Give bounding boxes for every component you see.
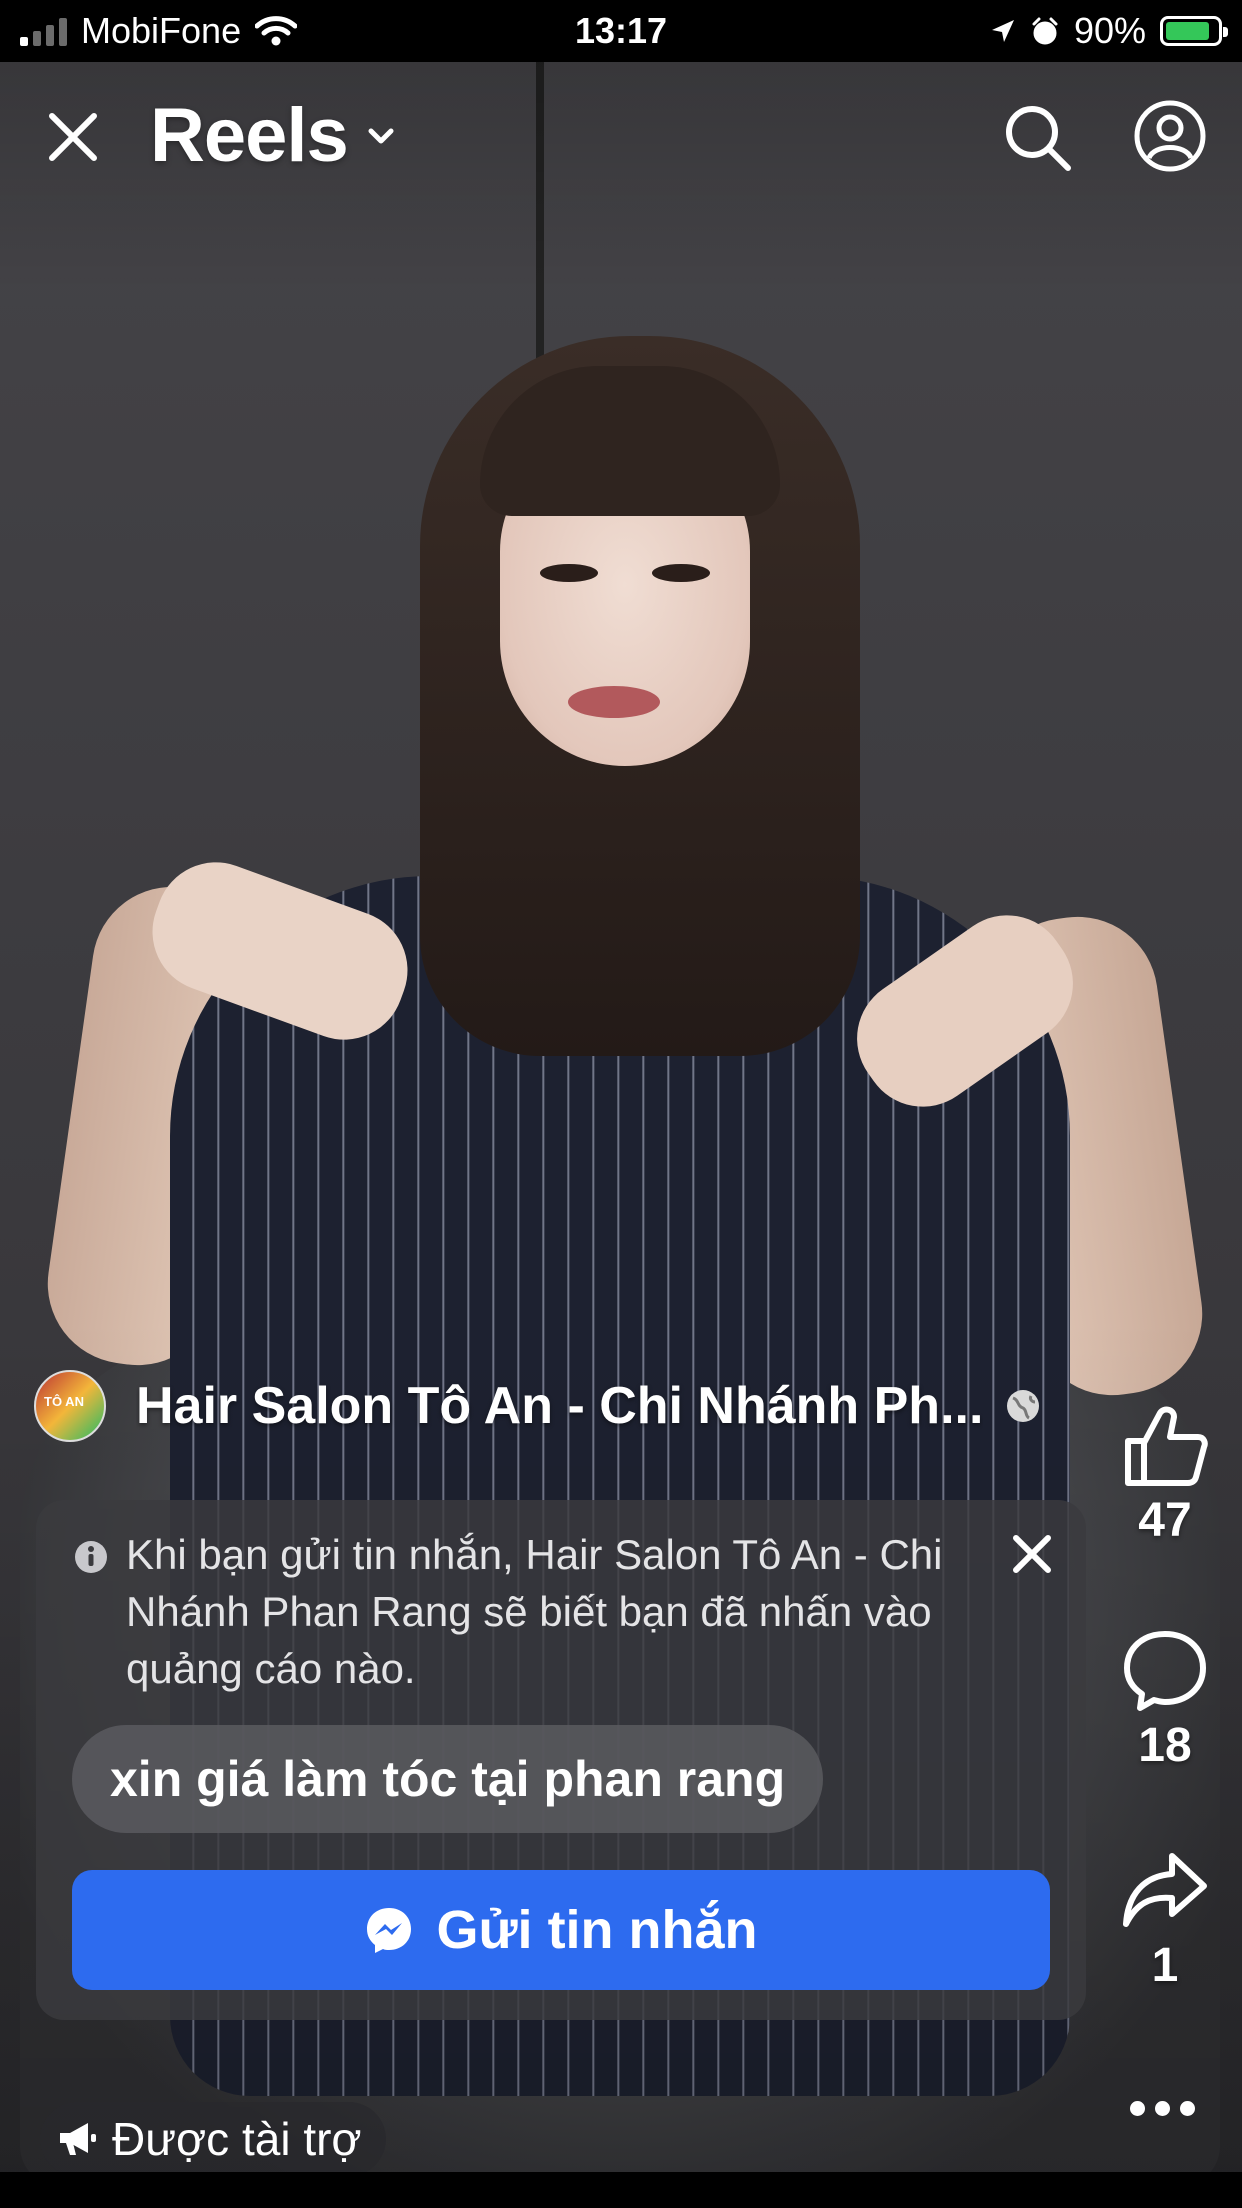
like-button[interactable]: 47 — [1115, 1405, 1215, 1548]
more-options-icon[interactable] — [1130, 2096, 1200, 2120]
sponsored-label: Được tài trợ — [112, 2113, 362, 2165]
reels-header: Reels — [0, 62, 1242, 222]
status-right: 90% — [990, 10, 1228, 52]
status-bar: MobiFone 13:17 90% — [0, 0, 1242, 62]
message-ad-card: Khi bạn gửi tin nhắn, Hair Salon Tô An -… — [36, 1500, 1086, 2020]
megaphone-icon — [60, 2123, 96, 2155]
page-avatar[interactable]: TÔ AN — [34, 1370, 106, 1442]
profile-icon[interactable] — [1132, 98, 1208, 174]
battery-icon — [1160, 16, 1228, 46]
chevron-down-icon — [368, 128, 394, 143]
reels-title-dropdown[interactable]: Reels — [150, 92, 396, 179]
thumbs-up-icon — [1125, 1406, 1208, 1486]
reels-title: Reels — [150, 93, 349, 178]
comment-button[interactable]: 18 — [1115, 1630, 1215, 1773]
suggested-message-chip[interactable]: xin giá làm tóc tại phan rang — [72, 1725, 824, 1833]
comment-icon — [1124, 1631, 1206, 1711]
share-arrow-icon — [1123, 1853, 1207, 1927]
comment-count: 18 — [1138, 1719, 1192, 1772]
share-button[interactable]: 1 — [1115, 1850, 1215, 1993]
message-disclaimer: Khi bạn gửi tin nhắn, Hair Salon Tô An -… — [126, 1531, 943, 1692]
close-icon[interactable] — [1002, 1524, 1062, 1584]
alarm-icon — [1032, 17, 1058, 45]
home-indicator-area — [0, 2172, 1242, 2208]
messenger-icon — [367, 1908, 412, 1953]
send-message-label: Gửi tin nhắn — [436, 1900, 758, 1960]
close-icon[interactable] — [38, 102, 108, 172]
like-count: 47 — [1138, 1494, 1192, 1547]
battery-fill — [1166, 22, 1210, 40]
suggested-message-text: xin giá làm tóc tại phan rang — [110, 1751, 786, 1807]
send-message-button[interactable]: Gửi tin nhắn — [72, 1870, 1050, 1990]
info-icon — [75, 1541, 107, 1573]
globe-icon — [1007, 1390, 1040, 1422]
page-info-row[interactable]: TÔ AN Hair Salon Tô An - Chi Nhánh Ph... — [34, 1370, 1094, 1442]
sponsored-pill[interactable]: Được tài trợ — [40, 2102, 386, 2176]
location-arrow-icon — [991, 20, 1014, 42]
share-count: 1 — [1151, 1939, 1179, 1992]
reels-screen: MobiFone 13:17 90% Reels TÔ AN Hair Salo… — [0, 0, 1242, 2208]
page-name[interactable]: Hair Salon Tô An - Chi Nhánh Ph... — [136, 1376, 983, 1436]
battery-percent: 90% — [1073, 10, 1146, 51]
search-icon[interactable] — [1000, 100, 1076, 176]
